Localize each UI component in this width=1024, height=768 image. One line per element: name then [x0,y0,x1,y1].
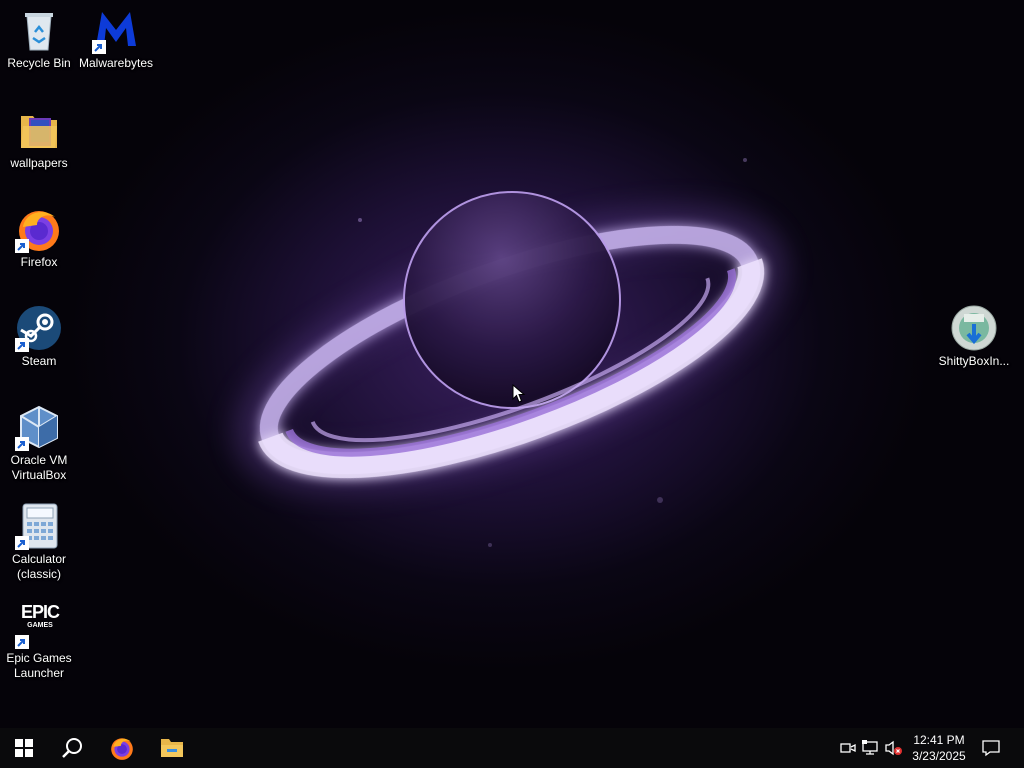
desktop-icon-label: Epic Games Launcher [6,651,72,680]
folder-icon [161,739,183,757]
network-button[interactable] [861,738,881,758]
epic-logo-line1: EPIC [21,602,60,622]
desktop-icon-steam[interactable]: Steam [1,304,77,369]
desktop: Recycle Bin Malwarebytes wallpapers Fire… [0,0,1024,728]
desktop-icon-calculator[interactable]: Calculator (classic) [1,502,77,582]
folder-icon [15,106,63,154]
desktop-icon-label: Oracle VM VirtualBox [10,453,68,482]
desktop-icon-label: Malwarebytes [78,56,154,70]
taskbar-file-explorer-button[interactable] [148,728,196,768]
desktop-icon-label: Recycle Bin [7,56,71,70]
installer-disc-icon [950,304,998,352]
desktop-icon-label: Calculator (classic) [11,552,67,581]
epic-logo-line2: GAMES [27,622,53,629]
volume-muted-icon [885,740,902,756]
desktop-icon-label: ShittyBoxIn... [938,354,1010,368]
desktop-icon-recycle-bin[interactable]: Recycle Bin [1,6,77,71]
epic-logo-text: EPIC GAMES [21,602,60,631]
meet-now-icon [840,743,856,753]
desktop-icon-virtualbox[interactable]: Oracle VM VirtualBox [1,403,77,483]
shortcut-arrow-icon [15,338,29,352]
taskbar-firefox-button[interactable] [98,728,146,768]
desktop-icon-epic-games[interactable]: EPIC GAMES Epic Games Launcher [1,601,77,681]
clock-time: 12:41 PM [913,733,965,747]
start-button[interactable] [0,728,48,768]
desktop-icon-firefox[interactable]: Firefox [1,205,77,270]
clock-date: 3/23/2025 [912,749,966,763]
desktop-icon-malwarebytes[interactable]: Malwarebytes [78,6,154,71]
desktop-icon-wallpapers[interactable]: wallpapers [1,106,77,171]
desktop-icon-label: Firefox [20,255,58,269]
taskbar: 12:41 PM 3/23/2025 [0,728,1024,768]
firefox-icon [111,738,133,760]
firefox-icon [15,205,63,253]
shortcut-arrow-icon [15,239,29,253]
windows-logo-icon [15,739,33,757]
mouse-cursor-icon [512,384,526,403]
meet-now-button[interactable] [838,738,858,758]
search-button[interactable] [48,728,96,768]
desktop-icon-label: wallpapers [10,156,68,170]
epic-games-icon: EPIC GAMES [15,601,63,649]
calculator-icon [15,502,63,550]
recycle-bin-icon [15,6,63,54]
shortcut-arrow-icon [92,40,106,54]
search-icon [62,738,82,758]
notification-icon [982,740,1000,757]
malwarebytes-icon [92,6,140,54]
desktop-icon-shittybox-installer[interactable]: ShittyBoxIn... [936,304,1012,369]
shortcut-arrow-icon [15,635,29,649]
action-center-button[interactable] [981,738,1001,758]
steam-icon [15,304,63,352]
volume-button[interactable] [884,738,904,758]
virtualbox-icon [15,403,63,451]
shortcut-arrow-icon [15,437,29,451]
desktop-icon-label: Steam [21,354,57,368]
tray-clock[interactable]: 12:41 PM 3/23/2025 [906,728,972,768]
shortcut-arrow-icon [15,536,29,550]
network-icon [862,740,878,755]
wallpaper-saturn [234,158,786,547]
